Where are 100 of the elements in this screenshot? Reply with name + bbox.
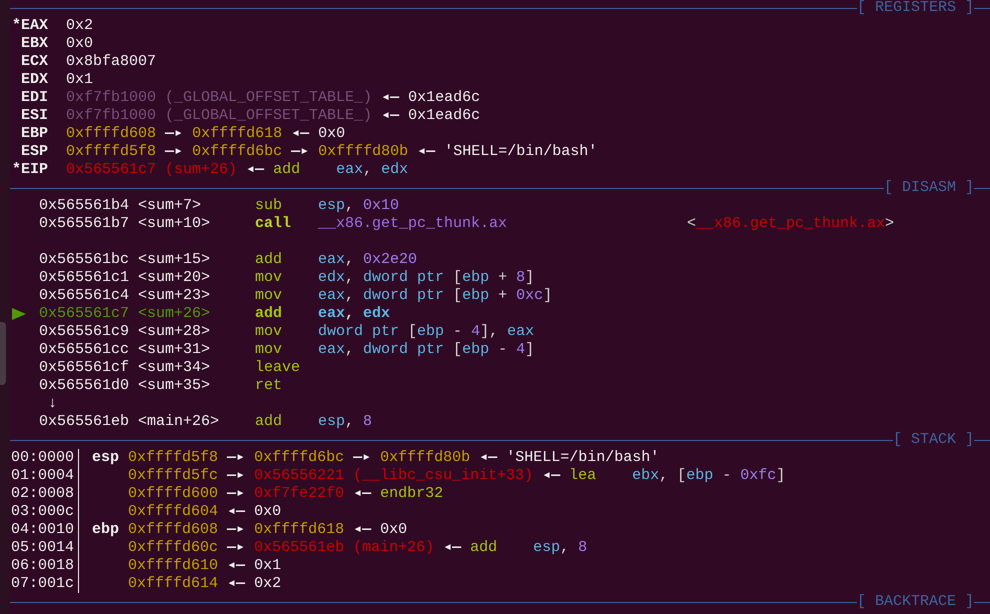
address-value: 0xffffd604 xyxy=(128,503,218,521)
mnemonic: add xyxy=(470,539,498,557)
register-name: EAX xyxy=(21,17,50,35)
value-text: 0x0 xyxy=(66,35,94,53)
operands: ebx, [ebp - 0xfc] xyxy=(632,467,786,485)
instruction-address: 0x565561bc xyxy=(39,251,130,269)
operands: eax, dword ptr [ebp + 0xc] xyxy=(318,287,552,305)
symbol-label: <sum+15> xyxy=(138,251,212,269)
operands: dword ptr [ebp - 4], eax xyxy=(318,323,534,341)
section-title: [ STACK ] xyxy=(892,431,974,449)
address-value: 0xffffd608 xyxy=(66,125,156,143)
address-value: 0xffffd618 xyxy=(192,125,282,143)
pointer-arrow: ◂— xyxy=(381,89,400,107)
stack-offset: 02:0008 xyxy=(11,485,74,503)
string-value: 'SHELL=/bin/bash' xyxy=(506,449,660,467)
symbol-label: <sum+35> xyxy=(138,377,212,395)
register-name: ESP xyxy=(21,143,50,161)
change-marker: * xyxy=(12,17,21,35)
pointer-arrow: ◂— xyxy=(479,449,498,467)
symbol-label: <sum+7> xyxy=(138,197,202,215)
mnemonic: add xyxy=(273,161,302,179)
value-text: 0x0 xyxy=(318,125,346,143)
address-value: 0xffffd60c xyxy=(128,539,218,557)
register-name: EBX xyxy=(21,35,50,53)
register-name: EBP xyxy=(21,125,50,143)
instruction-address: 0x565561b4 xyxy=(39,197,130,215)
mnemonic: add xyxy=(255,413,284,431)
instruction-address: 0x565561cc xyxy=(39,341,130,359)
register-name: ECX xyxy=(21,53,50,71)
address-value: 0xf7fe22f0 xyxy=(254,485,344,503)
stack-offset: 04:0010 xyxy=(11,521,74,539)
instruction-address: 0x565561b7 xyxy=(39,215,130,233)
address-value: 0xffffd5f8 xyxy=(66,143,156,161)
value-text: 0x1 xyxy=(66,71,94,89)
address-value: 0x565561c7 (sum+26) xyxy=(66,161,238,179)
mnemonic: ret xyxy=(255,377,284,395)
jump-arrow: ↓ xyxy=(48,395,58,413)
address-value: 0xffffd600 xyxy=(128,485,218,503)
section-title: [ DISASM ] xyxy=(884,179,974,197)
operands: eax, dword ptr [ebp - 4] xyxy=(318,341,534,359)
value-text: 0x1ead6c xyxy=(408,89,480,107)
address-value: 0xffffd608 xyxy=(128,521,218,539)
instruction-address: 0x565561c7 xyxy=(39,305,130,323)
address-value: 0xf7fb1000 (_GLOBAL_OFFSET_TABLE_) xyxy=(66,89,372,107)
change-marker: * xyxy=(12,161,21,179)
pointer-arrow: —▸ xyxy=(227,467,246,485)
symbol-label: <sum+28> xyxy=(138,323,212,341)
pointer-arrow: ◂— xyxy=(417,143,436,161)
operands: esp, 0x10 xyxy=(318,197,400,215)
address-value: 0xffffd618 xyxy=(254,521,344,539)
scrollbar-thumb[interactable] xyxy=(0,322,6,385)
register-name: EIP xyxy=(21,161,50,179)
stack-register-label: ebp xyxy=(92,521,120,539)
mnemonic: add xyxy=(255,251,284,269)
mnemonic: call xyxy=(255,215,292,233)
stack-offset: 00:0000 xyxy=(11,449,74,467)
symbol-label: <main+26> xyxy=(138,413,220,431)
pointer-arrow: —▸ xyxy=(353,449,372,467)
address-value: 0xffffd6bc xyxy=(254,449,344,467)
address-value: 0xffffd614 xyxy=(128,575,218,593)
pointer-arrow: ◂— xyxy=(542,467,560,485)
pointer-arrow: ◂— xyxy=(291,125,310,143)
mnemonic: mov xyxy=(255,269,284,287)
string-value: 'SHELL=/bin/bash' xyxy=(444,143,598,161)
mnemonic: mov xyxy=(255,323,284,341)
branch-target: <__x86.get_pc_thunk.ax> xyxy=(687,215,894,233)
section-title: [ REGISTERS ] xyxy=(856,0,974,17)
address-value: 0xffffd6bc xyxy=(192,143,282,161)
symbol-label: <sum+10> xyxy=(138,215,212,233)
symbol-label: <sum+23> xyxy=(138,287,212,305)
pointer-arrow: —▸ xyxy=(291,143,310,161)
pointer-arrow: ◂— xyxy=(381,107,400,125)
address-value: 0xffffd80b xyxy=(380,449,470,467)
pointer-arrow: ◂— xyxy=(353,521,372,539)
value-text: 0x2 xyxy=(254,575,282,593)
pointer-arrow: —▸ xyxy=(165,125,184,143)
address-value: 0xffffd80b xyxy=(318,143,408,161)
instruction-address: 0x565561c1 xyxy=(39,269,130,287)
operands: eax, 0x2e20 xyxy=(318,251,418,269)
pointer-arrow: —▸ xyxy=(227,449,246,467)
operands: esp, 8 xyxy=(318,413,372,431)
mnemonic: endbr32 xyxy=(380,485,444,503)
pointer-arrow: —▸ xyxy=(227,485,246,503)
stack-offset: 07:001c xyxy=(11,575,74,593)
symbol-label: <sum+31> xyxy=(138,341,212,359)
address-value: 0x56556221 (__libc_csu_init+33) xyxy=(254,467,534,485)
section-title: [ BACKTRACE ] xyxy=(856,593,974,611)
pointer-arrow: —▸ xyxy=(227,539,246,557)
value-text: 0x2 xyxy=(66,17,94,35)
mnemonic: sub xyxy=(255,197,284,215)
pointer-arrow: —▸ xyxy=(165,143,184,161)
pointer-arrow: ◂— xyxy=(246,161,264,179)
mnemonic: add xyxy=(255,305,284,323)
operands: __x86.get_pc_thunk.ax xyxy=(318,215,508,233)
pointer-arrow: ◂— xyxy=(227,557,246,575)
pointer-arrow: ◂— xyxy=(443,539,462,557)
operands: eax, edx xyxy=(336,161,408,179)
mnemonic: leave xyxy=(255,359,302,377)
address-value: 0xffffd610 xyxy=(128,557,218,575)
pointer-arrow: ◂— xyxy=(227,503,246,521)
